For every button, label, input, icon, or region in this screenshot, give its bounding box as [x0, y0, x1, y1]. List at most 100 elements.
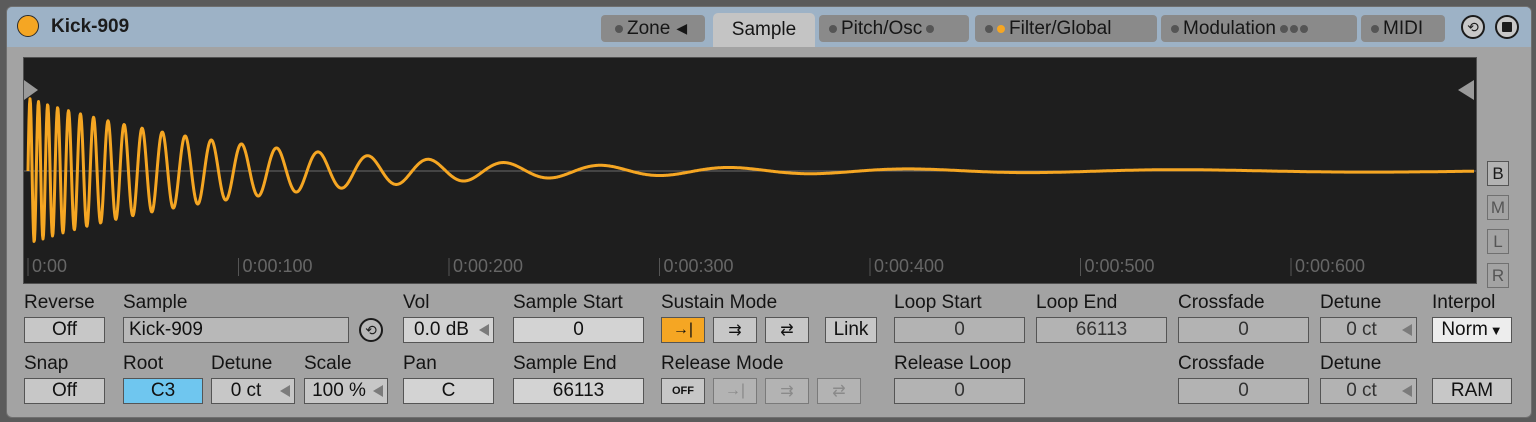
loop-start-label: Loop Start	[894, 292, 982, 313]
tab-midi[interactable]: MIDI	[1361, 15, 1445, 42]
tab-indicator-icon	[926, 24, 935, 33]
triangle-left-icon: ◀	[676, 20, 688, 36]
sustain-mode-oneshot-button[interactable]: →|	[661, 317, 705, 343]
release-loop-field[interactable]: 0	[894, 378, 1025, 404]
release-detune-value: 0 ct	[1346, 380, 1377, 401]
time-tick-label: 0:00:400	[874, 256, 944, 276]
pan-field[interactable]: C	[403, 378, 494, 404]
release-mode-forward-loop-button[interactable]: ⇉	[765, 378, 809, 404]
release-detune-field[interactable]: 0 ct	[1320, 378, 1417, 404]
release-mode-backforth-loop-button[interactable]: ⇄	[817, 378, 861, 404]
detune-root-field[interactable]: 0 ct	[211, 378, 295, 404]
sampler-device: Kick-909 Zone ◀ Sample Pitch/Osc Filter/…	[6, 6, 1532, 418]
time-tick-label: 0:00:600	[1295, 256, 1365, 276]
crossfade-field[interactable]: 0	[1178, 317, 1309, 343]
side-button-l[interactable]: L	[1487, 229, 1509, 254]
scale-value: 100 %	[312, 380, 366, 401]
release-crossfade-field[interactable]: 0	[1178, 378, 1309, 404]
tab-indicator-active-icon	[997, 24, 1005, 33]
device-title: Kick-909	[51, 16, 130, 37]
tab-sample[interactable]: Sample	[713, 13, 815, 47]
tab-indicator-icon	[1289, 24, 1298, 33]
device-title-bar: Kick-909 Zone ◀ Sample Pitch/Osc Filter/…	[7, 7, 1531, 47]
sample-name-field[interactable]: Kick-909	[123, 317, 349, 343]
device-power-button[interactable]	[17, 15, 39, 37]
tab-indicator-icon	[985, 24, 993, 33]
release-mode-oneshot-button[interactable]: →|	[713, 378, 757, 404]
interpol-select[interactable]: Norm ▼	[1432, 317, 1512, 343]
release-mode-label: Release Mode	[661, 353, 784, 374]
sample-start-label: Sample Start	[513, 292, 623, 313]
sample-end-marker-icon[interactable]	[1458, 80, 1474, 100]
tab-indicator-icon	[1371, 24, 1379, 33]
side-button-m[interactable]: M	[1487, 195, 1509, 220]
side-button-b[interactable]: B	[1487, 161, 1509, 186]
tab-label: Filter/Global	[1009, 17, 1112, 39]
snap-toggle[interactable]: Off	[24, 378, 105, 404]
time-tick-label: 0:00:500	[1085, 256, 1155, 276]
triangle-left-icon	[1402, 324, 1412, 336]
vol-field[interactable]: 0.0 dB	[403, 317, 494, 343]
tab-indicator-icon	[1299, 24, 1308, 33]
reverse-toggle[interactable]: Off	[24, 317, 105, 343]
root-key-field[interactable]: C3	[123, 378, 203, 404]
tab-label: Modulation	[1183, 17, 1276, 39]
time-tick-label: 0:00:100	[243, 256, 313, 276]
tab-filter-global[interactable]: Filter/Global	[975, 15, 1157, 42]
loop-backforth-icon: ⇄	[780, 322, 794, 339]
scale-label: Scale	[304, 353, 352, 374]
sustain-mode-forward-loop-button[interactable]: ⇉	[713, 317, 757, 343]
tab-zone[interactable]: Zone ◀	[601, 15, 705, 42]
save-preset-icon[interactable]	[1495, 15, 1519, 39]
sample-start-field[interactable]: 0	[513, 317, 644, 343]
sustain-mode-label: Sustain Mode	[661, 292, 778, 313]
sample-label: Sample	[123, 292, 188, 313]
sample-end-field[interactable]: 66113	[513, 378, 644, 404]
tab-indicator-icon	[1171, 24, 1179, 33]
pan-label: Pan	[403, 353, 437, 374]
arrow-right-bar-icon: →|	[672, 321, 694, 338]
loop-end-field[interactable]: 66113	[1036, 317, 1167, 343]
tab-label: Pitch/Osc	[841, 17, 923, 39]
waveform-display[interactable]: 0:00 0:00:100 0:00:200 0:00:300 0:00:400 0:00…	[23, 57, 1477, 284]
vol-value: 0.0 dB	[414, 319, 469, 340]
triangle-left-icon	[373, 385, 383, 397]
hot-swap-sample-icon[interactable]: ⟲	[359, 318, 383, 342]
tab-pitch-osc[interactable]: Pitch/Osc	[819, 15, 969, 42]
loop-backforth-icon: ⇄	[832, 383, 846, 400]
waveform-trace	[26, 97, 1475, 243]
tab-indicator-icon	[615, 24, 623, 33]
tab-indicator-icon	[829, 24, 837, 33]
sample-end-label: Sample End	[513, 353, 617, 374]
root-label: Root	[123, 353, 164, 374]
loop-start-field[interactable]: 0	[894, 317, 1025, 343]
release-loop-label: Release Loop	[894, 353, 1012, 374]
link-button[interactable]: Link	[825, 317, 877, 343]
waveform-canvas: 0:00 0:00:100 0:00:200 0:00:300 0:00:400 0:00…	[24, 80, 1476, 276]
hot-swap-icon[interactable]: ⟲	[1461, 15, 1485, 39]
time-tick-label: 0:00:300	[664, 256, 734, 276]
release-crossfade-label: Crossfade	[1178, 353, 1265, 374]
detune-root-label: Detune	[211, 353, 273, 374]
tab-label: Sample	[731, 19, 797, 40]
loop-forward-icon: ⇉	[780, 383, 794, 400]
dropdown-arrow-icon: ▼	[1489, 322, 1503, 338]
scale-field[interactable]: 100 %	[304, 378, 388, 404]
triangle-left-icon	[280, 385, 290, 397]
tab-indicator-icon	[1279, 24, 1288, 33]
vol-label: Vol	[403, 292, 430, 313]
sample-start-marker-icon[interactable]	[24, 80, 38, 100]
release-detune-label: Detune	[1320, 353, 1382, 374]
sustain-mode-backforth-loop-button[interactable]: ⇄	[765, 317, 809, 343]
tab-modulation[interactable]: Modulation	[1161, 15, 1357, 42]
tab-label: Zone	[627, 17, 671, 39]
side-button-r[interactable]: R	[1487, 263, 1509, 288]
release-mode-off-button[interactable]: OFF	[661, 378, 705, 404]
detune-value: 0 ct	[1346, 319, 1377, 340]
ram-button[interactable]: RAM	[1432, 378, 1512, 404]
detune-root-value: 0 ct	[230, 380, 262, 401]
interpol-value: Norm	[1441, 319, 1488, 340]
snap-label: Snap	[24, 353, 69, 374]
detune-field[interactable]: 0 ct	[1320, 317, 1417, 343]
time-tick-label: 0:00	[32, 256, 67, 276]
